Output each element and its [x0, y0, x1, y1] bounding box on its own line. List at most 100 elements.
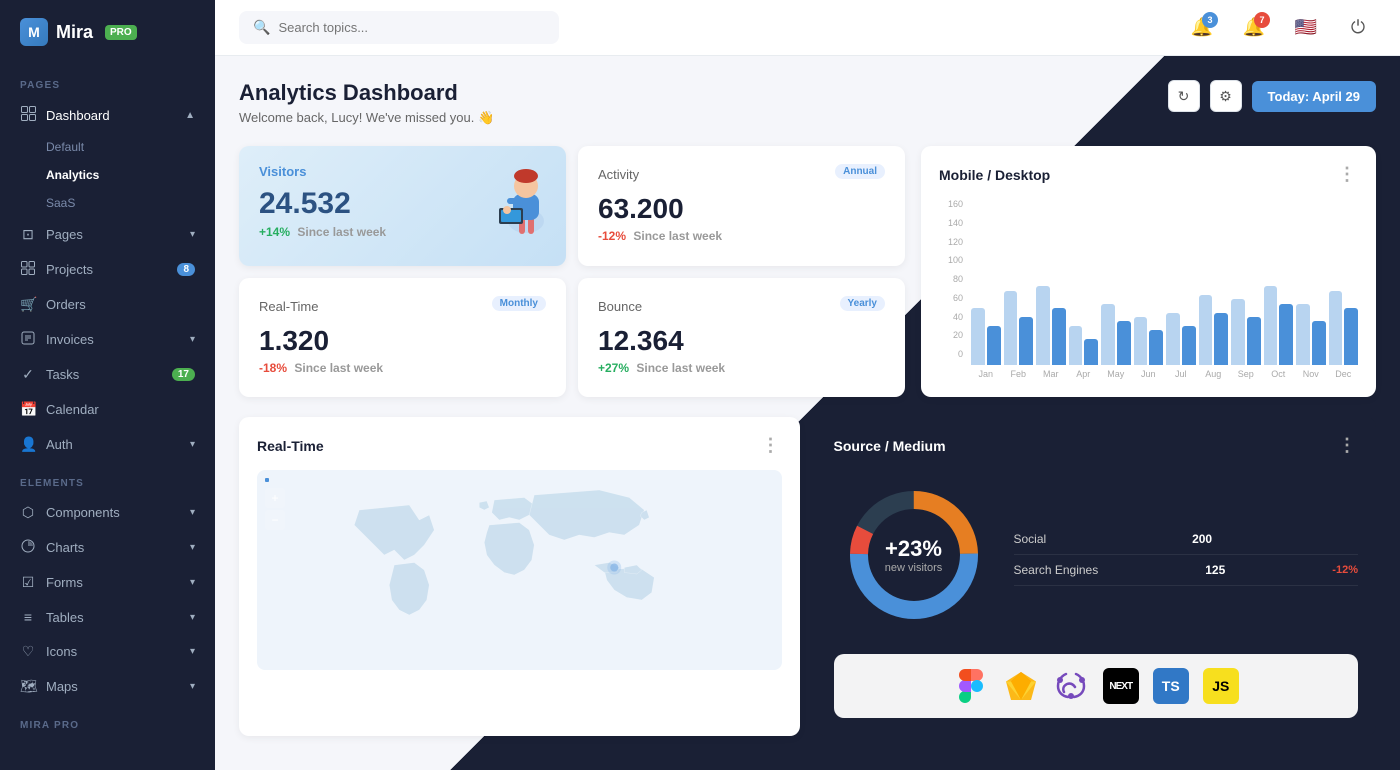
sidebar-item-maps[interactable]: 🗺 Maps ▾ [0, 669, 215, 704]
tasks-badge: 17 [172, 368, 195, 381]
sidebar-item-label-tables: Tables [46, 610, 84, 625]
bounce-change-label: Since last week [636, 361, 725, 375]
sidebar-item-pages[interactable]: ⊡ Pages ▾ [0, 217, 215, 252]
realtime-label: Real-Time [259, 299, 318, 314]
maps-icon: 🗺 [20, 678, 36, 695]
bar-dark-jun [1149, 330, 1163, 365]
sidebar-sub-item-saas[interactable]: SaaS [46, 189, 215, 217]
chart-title-mobile-desktop: Mobile / Desktop ⋮ [939, 164, 1358, 185]
sidebar-item-label-tasks: Tasks [46, 367, 79, 382]
language-selector[interactable]: 🇺🇸 [1288, 10, 1324, 46]
sidebar-item-projects[interactable]: Projects 8 [0, 252, 215, 287]
sidebar-item-dashboard[interactable]: Dashboard ▲ [0, 97, 215, 133]
bar-label-dec: Dec [1329, 369, 1359, 379]
bar-dark-may [1117, 321, 1131, 365]
sidebar-item-invoices[interactable]: Invoices ▾ [0, 322, 215, 357]
sidebar-sub-item-analytics[interactable]: Analytics [46, 161, 215, 189]
sidebar-item-tables[interactable]: ≡ Tables ▾ [0, 600, 215, 634]
bar-light-jun [1134, 317, 1148, 365]
bar-group-feb [1004, 291, 1034, 365]
bar-label-mar: Mar [1036, 369, 1066, 379]
bar-dark-sep [1247, 317, 1261, 365]
page-header: Analytics Dashboard Welcome back, Lucy! … [239, 80, 1376, 126]
sidebar-item-auth[interactable]: 👤 Auth ▾ [0, 427, 215, 462]
notifications-badge: 3 [1202, 12, 1218, 28]
chevron-icon-forms: ▾ [190, 577, 195, 588]
activity-change: -12% Since last week [598, 229, 885, 243]
app-name: Mira [56, 22, 93, 43]
bar-group-jan [971, 308, 1001, 365]
realtime-tag: Monthly [492, 296, 546, 311]
chevron-icon-icons: ▾ [190, 646, 195, 657]
chevron-icon-charts: ▾ [190, 542, 195, 553]
sidebar-item-label-pages: Pages [46, 227, 83, 242]
bar-dark-jan [987, 326, 1001, 365]
activity-card: Activity Annual 63.200 -12% Since last w… [578, 146, 905, 266]
bar-light-nov [1296, 304, 1310, 365]
zoom-out-button[interactable]: − [265, 510, 285, 530]
sub-item-label-default: Default [46, 140, 84, 154]
power-button[interactable]: ⏻ [1340, 10, 1376, 46]
bar-light-jan [971, 308, 985, 365]
filter-button[interactable]: ⚙ [1210, 80, 1242, 112]
realtime-change-label: Since last week [294, 361, 383, 375]
dashboard-sub: Default Analytics SaaS [0, 133, 215, 217]
notifications-button[interactable]: 🔔 3 [1184, 10, 1220, 46]
top-header: 🔍 🔔 3 🔔 7 🇺🇸 ⏻ [215, 0, 1400, 56]
bar-light-sep [1231, 299, 1245, 365]
bounce-label: Bounce [598, 299, 642, 314]
bar-label-may: May [1101, 369, 1131, 379]
chevron-icon-pages: ▾ [190, 229, 195, 240]
sidebar-item-forms[interactable]: ☑ Forms ▾ [0, 565, 215, 600]
bar-label-jul: Jul [1166, 369, 1196, 379]
map-controls: + − [265, 478, 285, 530]
today-button[interactable]: Today: April 29 [1252, 81, 1376, 112]
sidebar-item-components[interactable]: ⬡ Components ▾ [0, 495, 215, 530]
alerts-button[interactable]: 🔔 7 [1236, 10, 1272, 46]
bar-group-oct [1264, 286, 1294, 365]
forms-icon: ☑ [20, 574, 36, 591]
refresh-icon: ↻ [1178, 88, 1190, 105]
orders-icon: 🛒 [20, 296, 36, 313]
realtime-change-val: -18% [259, 361, 287, 375]
bar-group-mar [1036, 286, 1066, 365]
sidebar-item-orders[interactable]: 🛒 Orders [0, 287, 215, 322]
bar-light-apr [1069, 326, 1083, 365]
source-val-social: 200 [1192, 532, 1212, 546]
bar-light-feb [1004, 291, 1018, 365]
realtime-change: -18% Since last week [259, 361, 546, 375]
source-medium-menu[interactable]: ⋮ [1338, 435, 1358, 456]
section-label-mira-pro: MIRA PRO [0, 704, 215, 737]
bar-label-nov: Nov [1296, 369, 1326, 379]
sidebar-item-label-maps: Maps [46, 679, 78, 694]
page-body: Analytics Dashboard Welcome back, Lucy! … [215, 56, 1400, 770]
chevron-icon-maps: ▾ [190, 681, 195, 692]
refresh-button[interactable]: ↻ [1168, 80, 1200, 112]
sub-item-label-saas: SaaS [46, 196, 75, 210]
search-input[interactable] [278, 20, 545, 35]
logo[interactable]: M Mira PRO [0, 0, 215, 64]
chevron-icon-tables: ▾ [190, 612, 195, 623]
source-item-social: Social 200 [1014, 524, 1359, 555]
bar-light-may [1101, 304, 1115, 365]
bar-dark-aug [1214, 313, 1228, 366]
sidebar-item-label-orders: Orders [46, 297, 86, 312]
tasks-icon: ✓ [20, 366, 36, 383]
sidebar-item-calendar[interactable]: 📅 Calendar [0, 392, 215, 427]
section-label-elements: ELEMENTS [0, 462, 215, 495]
realtime-map-title: Real-Time ⋮ [257, 435, 782, 456]
realtime-map-menu[interactable]: ⋮ [762, 435, 782, 456]
sidebar-item-label-calendar: Calendar [46, 402, 99, 417]
sidebar-item-label-auth: Auth [46, 437, 73, 452]
bar-group-sep [1231, 299, 1261, 365]
search-bar[interactable]: 🔍 [239, 11, 559, 44]
chart-menu-button[interactable]: ⋮ [1338, 164, 1358, 185]
bar-label-sep: Sep [1231, 369, 1261, 379]
sidebar-sub-item-default[interactable]: Default [46, 133, 215, 161]
page-title: Analytics Dashboard [239, 80, 494, 106]
sidebar-item-icons[interactable]: ♡ Icons ▾ [0, 634, 215, 669]
projects-badge: 8 [177, 263, 195, 276]
sidebar-item-tasks[interactable]: ✓ Tasks 17 [0, 357, 215, 392]
zoom-in-button[interactable]: + [265, 488, 285, 508]
sidebar-item-charts[interactable]: Charts ▾ [0, 530, 215, 565]
